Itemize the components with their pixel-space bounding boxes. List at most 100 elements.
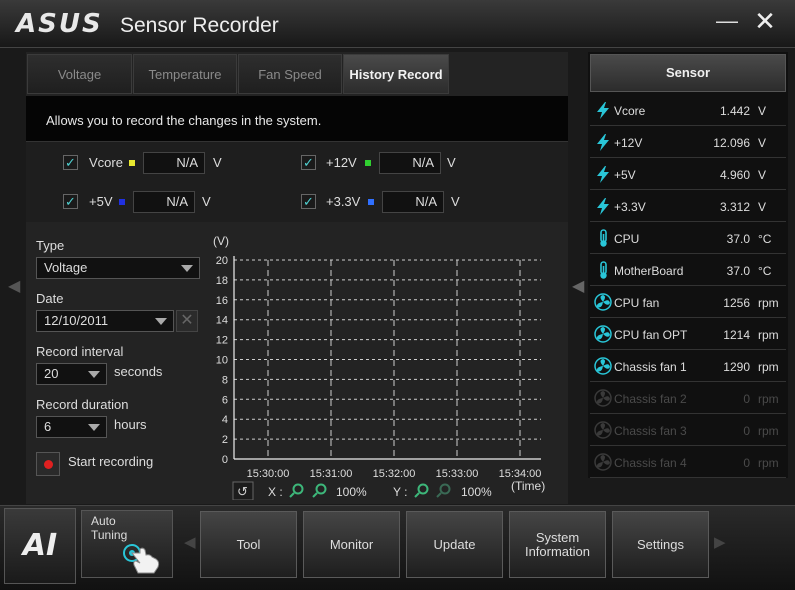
monitor-button[interactable]: Monitor: [303, 511, 400, 578]
5v-color-swatch: [119, 199, 125, 205]
sensor-name: Chassis fan 4: [614, 456, 687, 470]
5v-label: +5V: [89, 194, 113, 209]
fan-icon: [594, 293, 612, 311]
sensor-unit: rpm: [758, 424, 779, 438]
x-axis-label: (Time): [511, 479, 545, 493]
sensor-value: 37.0: [726, 264, 750, 278]
3v3-color-swatch: [368, 199, 374, 205]
sensor-row: Chassis fan 1 1290 rpm: [590, 351, 786, 382]
chart-x-ticks: 15:30:00 15:31:00 15:32:00 15:33:00 15:34:00: [247, 468, 542, 480]
start-recording-button[interactable]: [36, 452, 60, 476]
start-recording-label: Start recording: [68, 454, 154, 469]
12v-checkbox[interactable]: ✓: [301, 155, 316, 170]
sensor-unit: rpm: [758, 456, 779, 470]
auto-tuning-button[interactable]: Auto Tuning: [81, 510, 173, 578]
menu-right-arrow-icon[interactable]: ▶: [714, 533, 726, 555]
chart-y-ticks: 0 2 4 6 8 10 12 14 16 18 20: [216, 255, 228, 466]
update-button[interactable]: Update: [406, 511, 503, 578]
thermometer-icon: [600, 261, 607, 279]
tool-button[interactable]: Tool: [200, 511, 297, 578]
12v-label: +12V: [326, 155, 357, 170]
x-zoom-out-icon[interactable]: [312, 483, 327, 498]
clear-date-icon[interactable]: ✕: [176, 310, 198, 332]
3v3-checkbox[interactable]: ✓: [301, 194, 316, 209]
tab-fan-speed[interactable]: Fan Speed: [238, 54, 342, 94]
type-select[interactable]: Voltage: [36, 257, 200, 279]
x-tick-label: 15:33:00: [436, 468, 479, 480]
sensor-value: 0: [743, 392, 750, 406]
sensor-value: 0: [743, 424, 750, 438]
tab-history-record[interactable]: History Record: [343, 54, 449, 94]
record-duration-label: Record duration: [36, 397, 129, 412]
minimize-icon[interactable]: —: [715, 10, 739, 34]
record-interval-unit: seconds: [114, 364, 163, 379]
sensor-unit: rpm: [758, 328, 779, 342]
sensor-value: 3.312: [719, 200, 750, 214]
tab-temperature[interactable]: Temperature: [133, 54, 237, 94]
history-chart: 0 2 4 6 8 10 12 14 16 18 20 15:30:00 15:31:00 15:32:…: [213, 234, 545, 500]
sensor-row: +5V 4.960 V: [590, 159, 786, 190]
type-label: Type: [36, 238, 65, 253]
menu-left-arrow-icon[interactable]: ◀: [184, 533, 196, 555]
y-zoom-in-icon[interactable]: [414, 483, 429, 498]
auto-tuning-label: Auto Tuning: [91, 514, 128, 542]
collapse-arrow-icon[interactable]: ◀: [572, 276, 586, 296]
hand-pointer-icon: [123, 544, 160, 574]
app-title: Sensor Recorder: [120, 14, 279, 37]
chart-axes: [233, 256, 541, 460]
record-duration-select[interactable]: 6: [36, 416, 107, 438]
record-interval-label: Record interval: [36, 344, 124, 359]
sensor-name: Chassis fan 2: [614, 392, 687, 406]
sensor-value: 0: [743, 456, 750, 470]
sensor-name: CPU fan: [614, 296, 660, 310]
y-tick-label: 10: [216, 355, 228, 367]
y-zoom-out-icon[interactable]: [436, 483, 451, 498]
close-icon[interactable]: ✕: [752, 8, 778, 34]
ai-suite-logo: AI: [4, 508, 76, 584]
3v3-unit: V: [451, 194, 460, 209]
x-tick-label: 15:32:00: [373, 468, 416, 480]
vcore-label: Vcore: [89, 155, 123, 170]
voltage-icon: [597, 166, 609, 183]
y-tick-label: 20: [216, 255, 228, 267]
voltage-icon: [597, 134, 609, 151]
fan-icon: [594, 421, 612, 439]
y-tick-label: 12: [216, 335, 228, 347]
vcore-checkbox[interactable]: ✓: [63, 155, 78, 170]
description-text: Allows you to record the changes in the …: [46, 113, 322, 128]
fan-icon: [594, 325, 612, 343]
x-zoom-in-icon[interactable]: [289, 483, 304, 498]
y-axis-label: (V): [213, 234, 229, 248]
tab-voltage[interactable]: Voltage: [27, 54, 132, 94]
5v-value: N/A: [133, 191, 195, 213]
record-duration-unit: hours: [114, 417, 147, 432]
record-interval-value: 20: [44, 366, 59, 381]
5v-checkbox[interactable]: ✓: [63, 194, 78, 209]
sensor-name: +5V: [614, 168, 636, 182]
sensor-name: CPU: [614, 232, 640, 246]
x-tick-label: 15:30:00: [247, 468, 290, 480]
settings-button[interactable]: Settings: [612, 511, 709, 578]
sensor-unit: V: [758, 104, 767, 118]
12v-unit: V: [447, 155, 456, 170]
sensor-unit: °C: [758, 232, 772, 246]
left-arrow-icon[interactable]: ◀: [8, 276, 22, 296]
sensor-name: Chassis fan 3: [614, 424, 687, 438]
chevron-down-icon: [155, 318, 167, 325]
5v-unit: V: [202, 194, 211, 209]
system-information-button[interactable]: System Information: [509, 511, 606, 578]
sensor-row: CPU fan 1256 rpm: [590, 287, 786, 318]
sensor-row: Chassis fan 3 0 rpm: [590, 415, 786, 446]
sensor-name: Chassis fan 1: [614, 360, 687, 374]
sensor-name: CPU fan OPT: [614, 328, 688, 342]
y-tick-label: 0: [222, 454, 228, 466]
record-interval-select[interactable]: 20: [36, 363, 107, 385]
sensor-header: Sensor: [590, 54, 786, 92]
date-picker[interactable]: 12/10/2011: [36, 310, 174, 332]
sensor-value: 1214: [723, 328, 750, 342]
sensor-name: +3.3V: [614, 200, 646, 214]
sensor-row: Vcore 1.442 V: [590, 95, 786, 126]
12v-color-swatch: [365, 160, 371, 166]
3v3-label: +3.3V: [326, 194, 361, 209]
sensor-unit: rpm: [758, 360, 779, 374]
